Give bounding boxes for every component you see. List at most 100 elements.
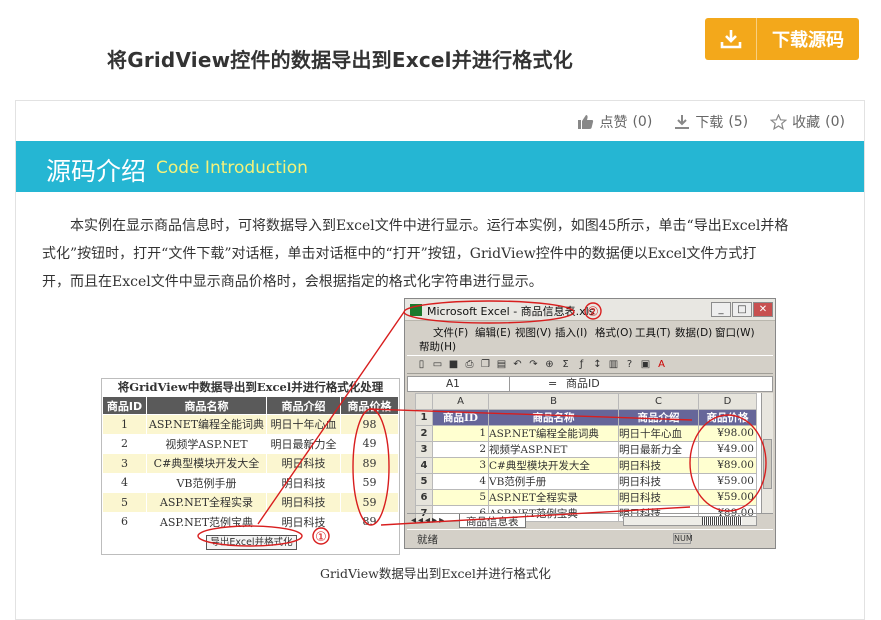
copy-icon[interactable]: ❐ xyxy=(479,358,492,371)
print-icon[interactable]: ⎙ xyxy=(463,358,476,371)
cell[interactable]: 明日十年心血 xyxy=(618,424,699,442)
column-header[interactable]: B xyxy=(488,393,619,410)
cell[interactable]: 3 xyxy=(432,456,489,474)
menu-insert[interactable]: 插入(I) xyxy=(555,325,587,340)
vertical-scrollbar[interactable] xyxy=(761,393,773,513)
like-button[interactable]: 点赞 (0) xyxy=(577,112,652,132)
menu-format[interactable]: 格式(O) xyxy=(595,325,632,340)
column-header[interactable]: A xyxy=(432,393,489,410)
cell[interactable]: 2 xyxy=(432,440,489,458)
formula-equals: = xyxy=(548,377,558,390)
cell[interactable]: ¥59.00 xyxy=(698,472,757,490)
minimize-button[interactable]: _ xyxy=(711,302,731,317)
gridview-caption: 将GridView中数据导出到Excel并进行格式化处理 xyxy=(117,380,384,394)
grid-cell: 明日十年心血 xyxy=(266,414,341,435)
grid-row: 1 ASP.NET编程全能词典 明日十年心血 98 xyxy=(102,414,399,435)
download-stat-button[interactable]: 下载 (5) xyxy=(674,112,748,132)
like-count: (0) xyxy=(632,114,653,130)
h-scroll-thumb[interactable] xyxy=(702,517,742,525)
formula-input[interactable]: 商品ID xyxy=(566,377,600,391)
sort-icon[interactable]: ↕ xyxy=(591,358,604,371)
name-box[interactable]: A1 xyxy=(408,377,510,391)
chart-icon[interactable]: ▥ xyxy=(607,358,620,371)
menu-help[interactable]: 帮助(H) xyxy=(419,339,456,354)
sheet-nav-arrows[interactable]: ◂◂◂▸▸ xyxy=(411,515,446,526)
page-title: 将GridView控件的数据导出到Excel并进行格式化 xyxy=(107,48,573,72)
cell[interactable]: 商品ID xyxy=(432,408,489,426)
cell[interactable]: 5 xyxy=(432,488,489,506)
excel-status-bar: 就绪 NUM xyxy=(407,529,773,546)
save-icon[interactable]: ■ xyxy=(447,358,460,371)
row-header[interactable]: 6 xyxy=(415,488,433,506)
excel-menu-bar: 文件(F) 编辑(E) 视图(V) 插入(I) 格式(O) 工具(T) 数据(D… xyxy=(407,323,773,353)
scrollbar-thumb[interactable] xyxy=(763,439,772,489)
cell[interactable]: ¥49.00 xyxy=(698,440,757,458)
font-color-icon[interactable]: A xyxy=(655,358,668,371)
favorite-button[interactable]: 收藏 (0) xyxy=(770,112,845,132)
horizontal-scrollbar[interactable] xyxy=(623,516,757,526)
new-icon[interactable]: ▯ xyxy=(415,358,428,371)
cell[interactable]: 明日最新力全 xyxy=(618,440,699,458)
open-icon[interactable]: ▭ xyxy=(431,358,444,371)
row-header[interactable]: 5 xyxy=(415,472,433,490)
cell[interactable]: ¥59.00 xyxy=(698,488,757,506)
row-header[interactable]: 1 xyxy=(415,408,433,426)
paragraph-line-1: 本实例在显示商品信息时，可将数据导入到Excel文件中进行显示。运行本实例，如图… xyxy=(70,218,789,234)
cell[interactable]: ¥98.00 xyxy=(698,424,757,442)
grid-cell: ASP.NET范例宝典 xyxy=(146,511,267,532)
cell[interactable]: 1 xyxy=(432,424,489,442)
cell[interactable]: VB范例手册 xyxy=(488,472,619,490)
grid-cell: 明日科技 xyxy=(266,472,341,493)
row-header[interactable]: 3 xyxy=(415,440,433,458)
stats-bar: 点赞 (0) 下载 (5) 收藏 (0) xyxy=(577,112,845,132)
close-button[interactable]: ✕ xyxy=(753,302,773,317)
cell[interactable]: ASP.NET编程全能词典 xyxy=(488,424,619,442)
cell[interactable]: 视频学ASP.NET xyxy=(488,440,619,458)
menu-data[interactable]: 数据(D) xyxy=(675,325,712,340)
grid-cell: 1 xyxy=(102,414,147,435)
autosum-icon[interactable]: Σ xyxy=(559,358,572,371)
grid-cell: ASP.NET编程全能词典 xyxy=(146,414,267,435)
hyperlink-icon[interactable]: ⊕ xyxy=(543,358,556,371)
maximize-button[interactable]: □ xyxy=(732,302,752,317)
export-excel-button[interactable]: 导出Excel并格式化 xyxy=(206,535,297,550)
grid-row: 3 C#典型模块开发大全 明日科技 89 xyxy=(102,453,399,474)
grid-cell: 5 xyxy=(102,492,147,513)
cell[interactable]: 商品价格 xyxy=(698,408,757,426)
thumbs-up-icon xyxy=(578,115,594,129)
download-source-button[interactable]: 下载源码 xyxy=(705,18,859,60)
cell[interactable]: 4 xyxy=(432,472,489,490)
row-header[interactable]: 2 xyxy=(415,424,433,442)
status-ready: 就绪 xyxy=(417,534,438,546)
row-header[interactable]: 4 xyxy=(415,456,433,474)
favorite-count: (0) xyxy=(825,114,845,130)
paste-icon[interactable]: ▤ xyxy=(495,358,508,371)
menu-view[interactable]: 视图(V) xyxy=(515,325,551,340)
menu-window[interactable]: 窗口(W) xyxy=(715,325,755,340)
cell[interactable]: 明日科技 xyxy=(618,456,699,474)
column-header[interactable]: C xyxy=(618,393,699,410)
menu-file[interactable]: 文件(F) xyxy=(433,325,468,340)
cell[interactable]: 商品介绍 xyxy=(618,408,699,426)
select-all-cell[interactable] xyxy=(415,393,433,410)
grid-cell: ASP.NET全程实录 xyxy=(146,492,267,513)
cell[interactable]: ASP.NET全程实录 xyxy=(488,488,619,506)
sheet-tab[interactable]: 商品信息表 xyxy=(459,514,526,528)
help-icon[interactable]: ? xyxy=(623,358,636,371)
grid-cell: 明日科技 xyxy=(266,492,341,513)
cell[interactable]: 明日科技 xyxy=(618,488,699,506)
menu-edit[interactable]: 编辑(E) xyxy=(475,325,511,340)
grid-cell: 98 xyxy=(340,414,399,435)
column-header[interactable]: D xyxy=(698,393,757,410)
cell[interactable]: ¥89.00 xyxy=(698,456,757,474)
zoom-icon[interactable]: ▣ xyxy=(639,358,652,371)
undo-icon[interactable]: ↶ xyxy=(511,358,524,371)
excel-window: Microsoft Excel - 商品信息表.xls _ □ ✕ 文件(F) … xyxy=(404,298,776,549)
function-icon[interactable]: ƒ xyxy=(575,358,588,371)
redo-icon[interactable]: ↷ xyxy=(527,358,540,371)
cell[interactable]: C#典型模块开发大全 xyxy=(488,456,619,474)
menu-tools[interactable]: 工具(T) xyxy=(635,325,671,340)
grid-cell: 明日科技 xyxy=(266,453,341,474)
cell[interactable]: 明日科技 xyxy=(618,472,699,490)
cell[interactable]: 商品名称 xyxy=(488,408,619,426)
